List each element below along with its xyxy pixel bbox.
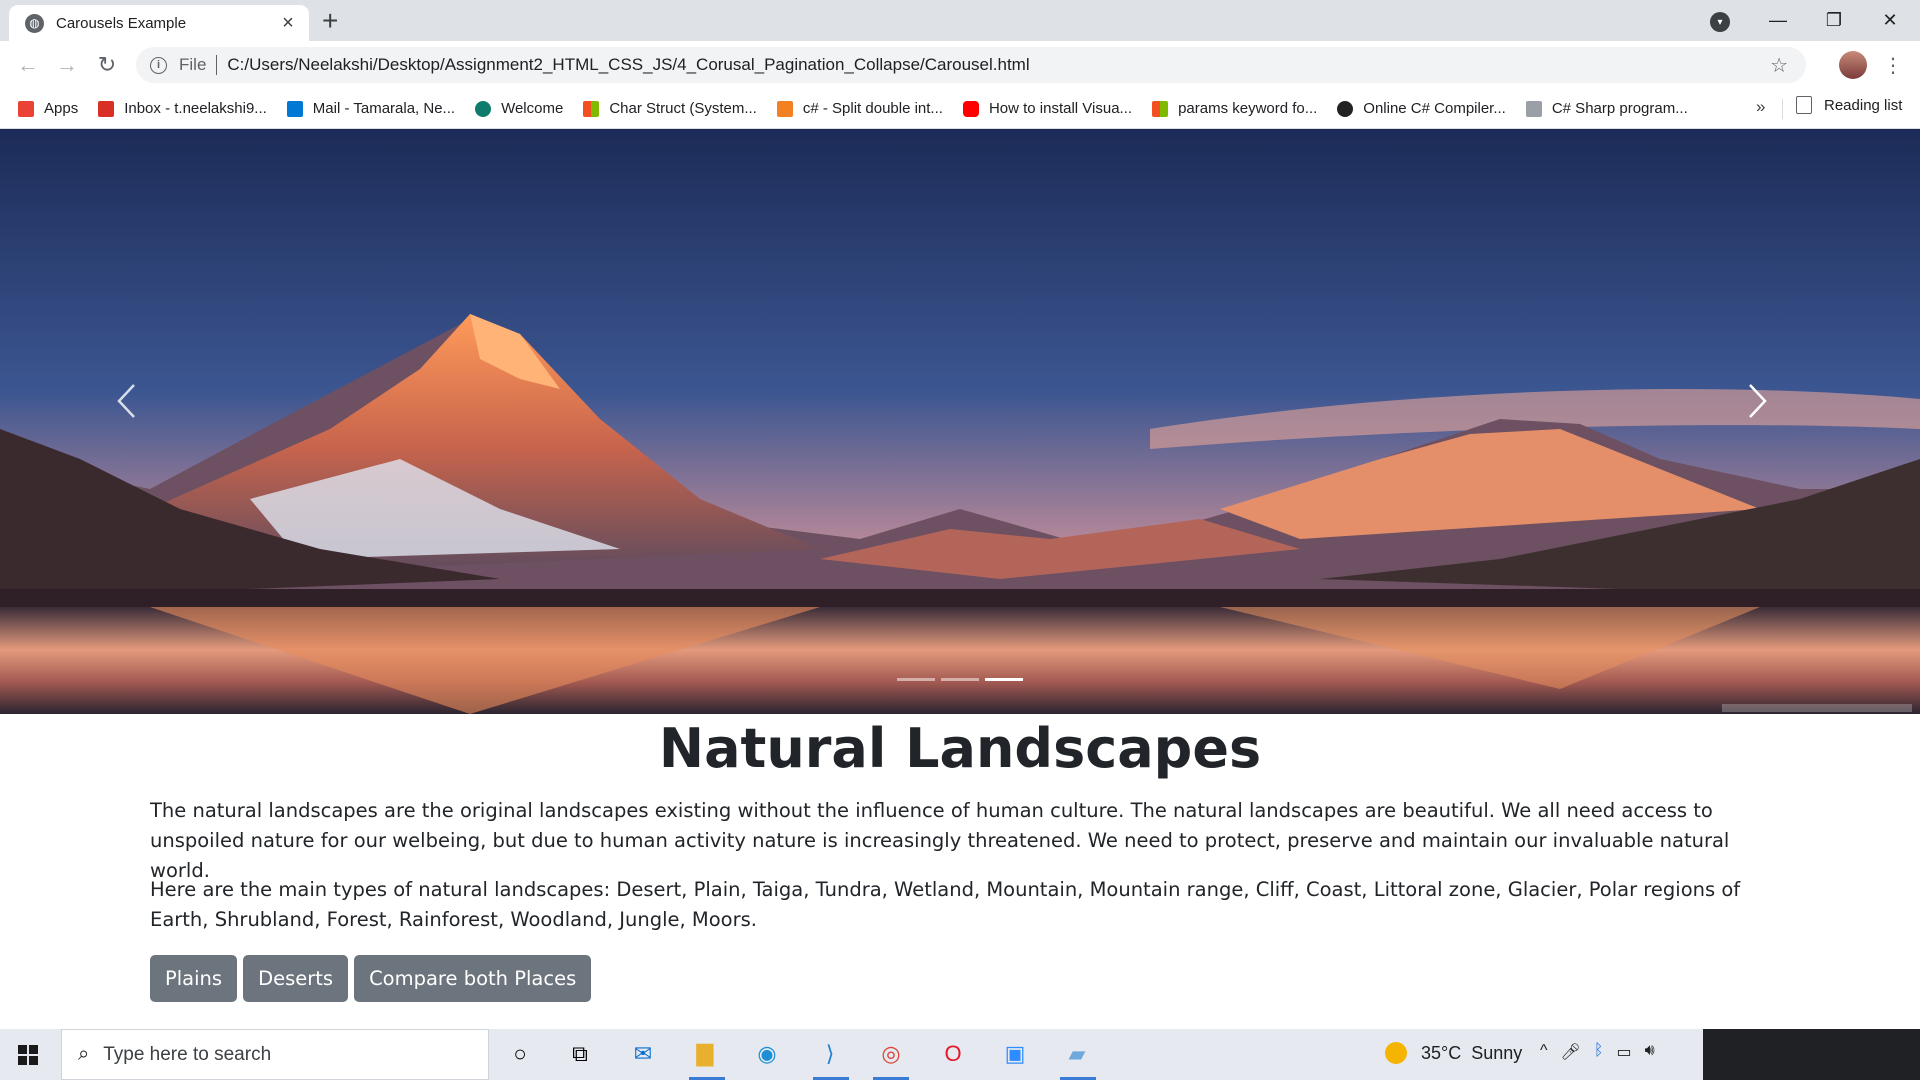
compiler-icon xyxy=(1337,100,1354,117)
bookmark-item[interactable]: Mail - Tamarala, Ne... xyxy=(286,100,455,117)
tab-strip: ◍ Carousels Example × + ▾ — ❐ ✕ xyxy=(0,0,1920,41)
chrome-icon[interactable]: ◎ xyxy=(876,1039,906,1069)
youtube-icon xyxy=(962,100,979,117)
carousel-indicators xyxy=(894,678,1026,681)
battery-icon[interactable]: ▭ xyxy=(1616,1042,1631,1062)
volume-icon[interactable]: 🔊︎ xyxy=(1645,1042,1655,1062)
tray-chevron-icon[interactable]: ^ xyxy=(1540,1042,1548,1062)
profile-avatar[interactable] xyxy=(1839,51,1867,79)
taskbar-search[interactable]: ⌕ Type here to search xyxy=(61,1029,489,1080)
bookmark-item[interactable]: c# - Split double int... xyxy=(776,100,943,117)
globe-icon: ◍ xyxy=(25,13,44,33)
reading-list-button[interactable]: Reading list xyxy=(1796,96,1902,114)
vscode-icon[interactable]: ⟩ xyxy=(815,1039,845,1069)
page-title: Natural Landscapes xyxy=(658,717,1262,780)
info-icon[interactable]: i xyxy=(150,56,167,74)
search-icon: ⌕ xyxy=(78,1043,90,1065)
app-window-icon[interactable]: ▰ xyxy=(1062,1039,1092,1069)
bookmark-item[interactable]: Apps xyxy=(18,100,78,117)
chevron-left-icon xyxy=(117,384,135,418)
bookmark-item[interactable]: How to install Visua... xyxy=(962,100,1132,117)
welcome-icon xyxy=(475,100,492,117)
close-window-button[interactable]: ✕ xyxy=(1862,0,1918,41)
carousel xyxy=(0,129,1920,714)
bookmark-item[interactable]: Char Struct (System... xyxy=(583,100,757,117)
microphone-icon[interactable]: 🎤︎ xyxy=(1561,1042,1581,1062)
gmail-icon xyxy=(98,100,115,117)
bookmark-item[interactable]: Online C# Compiler... xyxy=(1337,100,1506,117)
web-page: Natural Landscapes The natural landscape… xyxy=(0,129,1920,1029)
back-button[interactable]: ← xyxy=(14,51,42,79)
browser-tab[interactable]: ◍ Carousels Example × xyxy=(9,5,309,41)
carousel-indicator[interactable] xyxy=(941,678,979,681)
types-paragraph: Here are the main types of natural lands… xyxy=(150,878,1741,931)
opera-icon[interactable]: O xyxy=(938,1039,968,1069)
forward-button[interactable]: → xyxy=(53,51,81,79)
mail-icon[interactable]: ✉ xyxy=(628,1039,658,1069)
carousel-slide-image xyxy=(0,129,1920,714)
carousel-indicator[interactable] xyxy=(897,678,935,681)
chevron-right-icon xyxy=(1749,384,1767,418)
sun-icon xyxy=(1385,1042,1407,1064)
windows-start-icon[interactable] xyxy=(18,1045,38,1065)
close-tab-icon[interactable]: × xyxy=(277,12,299,35)
bookmark-item[interactable]: C# Sharp program... xyxy=(1525,100,1688,117)
button-group: Plains Deserts Compare both Places xyxy=(150,955,597,1002)
system-tray: ^ 🎤︎ ᛒ ▭ 🔊︎ xyxy=(1540,1042,1668,1062)
stackoverflow-icon xyxy=(776,100,793,117)
url-text[interactable]: C:/Users/Neelakshi/Desktop/Assignment2_H… xyxy=(227,55,1029,75)
compare-button[interactable]: Compare both Places xyxy=(354,955,592,1002)
bookmark-item[interactable]: Inbox - t.neelakshi9... xyxy=(98,100,267,117)
taskbar-clock-area xyxy=(1703,1029,1920,1080)
new-tab-button[interactable]: + xyxy=(322,6,338,36)
edge-icon[interactable]: ◉ xyxy=(752,1039,782,1069)
bookmark-item[interactable]: Welcome xyxy=(475,100,563,117)
carousel-prev-button[interactable] xyxy=(114,381,174,461)
url-separator xyxy=(216,55,218,75)
weather-description: Sunny xyxy=(1471,1042,1523,1063)
plains-button[interactable]: Plains xyxy=(150,955,238,1002)
microsoft-icon xyxy=(1152,100,1169,117)
url-scheme-label: File xyxy=(179,55,207,74)
bookmark-item[interactable]: params keyword fo... xyxy=(1152,100,1317,117)
reload-button[interactable]: ↻ xyxy=(93,51,121,79)
restore-button[interactable]: ❐ xyxy=(1806,0,1862,41)
outlook-icon xyxy=(286,100,303,117)
search-placeholder: Type here to search xyxy=(103,1043,272,1065)
more-bookmarks-button[interactable]: » xyxy=(1756,97,1765,117)
minimize-button[interactable]: — xyxy=(1750,0,1806,41)
tab-search-icon[interactable]: ▾ xyxy=(1710,12,1730,32)
bookmarks-bar: Apps Inbox - t.neelakshi9... Mail - Tama… xyxy=(0,89,1920,129)
weather-widget[interactable]: 35°C Sunny xyxy=(1385,1042,1522,1064)
file-explorer-icon[interactable]: ▇ xyxy=(690,1039,720,1069)
image-watermark xyxy=(1722,704,1912,712)
browser-toolbar: ← → ↻ i File C:/Users/Neelakshi/Desktop/… xyxy=(0,41,1920,89)
address-bar[interactable]: i File C:/Users/Neelakshi/Desktop/Assign… xyxy=(136,47,1806,83)
deserts-button[interactable]: Deserts xyxy=(243,955,349,1002)
zoom-icon[interactable]: ▣ xyxy=(1000,1039,1030,1069)
taskbar: ⌕ Type here to search ○ ⧉ ✉ ▇ ◉ ⟩ ◎ O ▣ … xyxy=(0,1029,1920,1080)
intro-paragraph: The natural landscapes are the original … xyxy=(150,799,1730,882)
reading-list-icon xyxy=(1796,96,1812,114)
bluetooth-icon[interactable]: ᛒ xyxy=(1594,1042,1604,1062)
bookmark-star-icon[interactable]: ☆ xyxy=(1770,53,1788,78)
microsoft-icon xyxy=(583,100,600,117)
bookmarks-divider xyxy=(1782,99,1783,119)
task-view-icon[interactable]: ⧉ xyxy=(565,1039,595,1069)
weather-temperature: 35°C xyxy=(1421,1042,1462,1063)
carousel-next-button[interactable] xyxy=(1746,381,1806,461)
tab-title: Carousels Example xyxy=(56,14,187,32)
apps-grid-icon xyxy=(18,100,34,117)
cortana-icon[interactable]: ○ xyxy=(505,1039,535,1069)
carousel-indicator-active[interactable] xyxy=(985,678,1023,681)
w3r-icon xyxy=(1525,100,1542,117)
menu-kebab-icon[interactable]: ⋮ xyxy=(1883,53,1903,78)
